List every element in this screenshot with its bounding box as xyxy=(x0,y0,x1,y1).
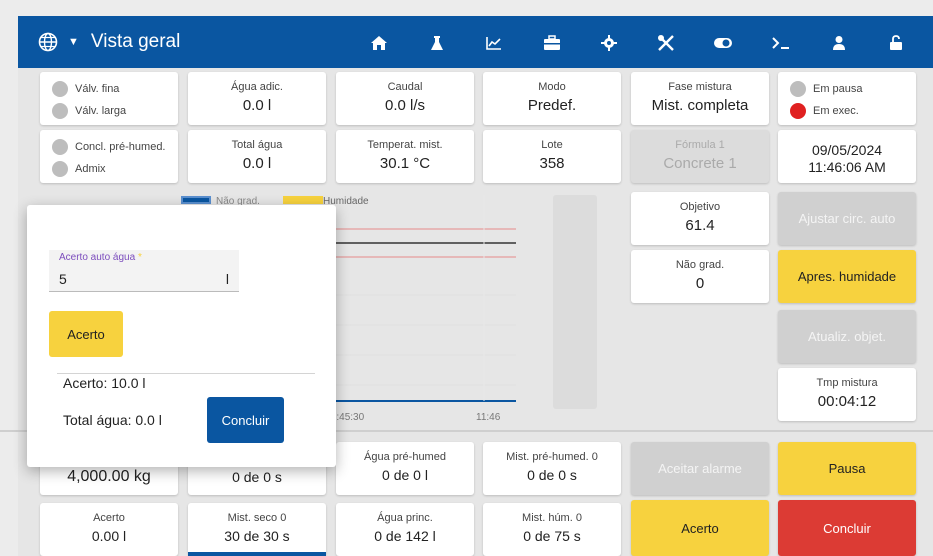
tile-temperatura: Temperat. mist. 30.1 °C xyxy=(336,130,474,183)
progress-fill xyxy=(188,552,326,556)
acerto-dialog-button[interactable]: Acerto xyxy=(49,311,123,357)
moisture-chart xyxy=(316,195,516,402)
mode-indicators: Concl. pré-humed. Admix xyxy=(40,130,178,183)
field-unit: l xyxy=(225,271,229,287)
ajustar-circ-auto-button[interactable]: Ajustar circ. auto xyxy=(778,192,916,245)
tile-nao-grad: Não grad. 0 xyxy=(631,250,769,303)
tile-total-agua: Total água 0.0 l xyxy=(188,130,326,183)
tile-objetivo: Objetivo 61.4 xyxy=(631,192,769,245)
atualiz-objet-button[interactable]: Atualiz. objet. xyxy=(778,310,916,363)
divider xyxy=(57,373,315,374)
tile-fase-mistura: Fase mistura Mist. completa xyxy=(631,72,769,125)
status-dot-icon xyxy=(52,161,68,177)
status-dot-icon xyxy=(52,103,68,119)
humidity-bar xyxy=(553,195,597,409)
acerto-total-text: Acerto: 10.0 l xyxy=(63,375,146,391)
tile-mist-seco: Mist. seco 0 30 de 30 s xyxy=(188,503,326,556)
status-dot-icon xyxy=(790,81,806,97)
user-icon[interactable] xyxy=(828,32,850,54)
acerto-button[interactable]: Acerto xyxy=(631,500,769,556)
tile-agua-pre-humed: Água pré-humed 0 de 0 l xyxy=(336,442,474,495)
unlock-icon[interactable] xyxy=(885,32,907,54)
tile-agua-adic: Água adic. 0.0 l xyxy=(188,72,326,125)
run-status-indicators: Em pausa Em exec. xyxy=(778,72,916,125)
terminal-icon[interactable] xyxy=(770,32,792,54)
concl-pre-humed-indicator: Concl. pré-humed. xyxy=(52,139,166,155)
aceitar-alarme-button[interactable]: Aceitar alarme xyxy=(631,442,769,495)
top-bar: ▼ Vista geral xyxy=(18,16,933,68)
concluir-main-button[interactable]: Concluir xyxy=(778,500,916,556)
tools-icon[interactable] xyxy=(655,32,677,54)
home-icon[interactable] xyxy=(368,32,390,54)
page-title: Vista geral xyxy=(90,31,181,52)
required-marker: * xyxy=(137,252,142,263)
tile-datetime: 09/05/2024 11:46:06 AM xyxy=(778,130,916,183)
valve-fine-indicator: Válv. fina xyxy=(52,81,119,97)
running-indicator: Em exec. xyxy=(790,103,859,119)
tile-acerto: Acerto 0.00 l xyxy=(40,503,178,556)
x-tick: 11:46 xyxy=(476,412,501,423)
toggle-icon[interactable] xyxy=(712,32,734,54)
chevron-down-icon[interactable]: ▼ xyxy=(68,36,79,48)
valve-indicators: Válv. fina Válv. larga xyxy=(40,72,178,125)
tile-caudal: Caudal 0.0 l/s xyxy=(336,72,474,125)
status-dot-icon xyxy=(790,103,806,119)
toolbox-icon[interactable] xyxy=(541,32,563,54)
admix-indicator: Admix xyxy=(52,161,106,177)
globe-icon[interactable] xyxy=(38,32,58,52)
chart-icon[interactable] xyxy=(483,32,505,54)
tile-mist-hum: Mist. húm. 00 de 75 s xyxy=(483,503,621,556)
tile-agua-princ: Água princ. 0 de 142 l xyxy=(336,503,474,556)
tile-tmp-mistura: Tmp mistura 00:04:12 xyxy=(778,368,916,421)
tile-formula: Fórmula 1 Concrete 1 xyxy=(631,130,769,183)
gear-icon[interactable] xyxy=(598,32,620,54)
legend-swatch-nao-grad xyxy=(181,196,211,204)
acerto-auto-agua-field[interactable]: Acerto auto água * 5 l xyxy=(49,250,239,292)
tile-mist-pre-humed: Mist. pré-humed. 00 de 0 s xyxy=(483,442,621,495)
pausa-button[interactable]: Pausa xyxy=(778,442,916,495)
field-label: Acerto auto água xyxy=(59,252,136,263)
flask-icon[interactable] xyxy=(426,32,448,54)
concluir-dialog-button[interactable]: Concluir xyxy=(207,397,284,443)
valve-large-indicator: Válv. larga xyxy=(52,103,126,119)
total-agua-text: Total água: 0.0 l xyxy=(63,412,162,428)
status-dot-icon xyxy=(52,139,68,155)
tile-lote: Lote 358 xyxy=(483,130,621,183)
field-value[interactable]: 5 xyxy=(59,271,67,287)
water-adjust-dialog: Acerto auto água * 5 l Acerto Acerto: 10… xyxy=(27,205,336,467)
status-dot-icon xyxy=(52,81,68,97)
apres-humidade-button[interactable]: Apres. humidade xyxy=(778,250,916,303)
paused-indicator: Em pausa xyxy=(790,81,863,97)
tile-modo: Modo Predef. xyxy=(483,72,621,125)
